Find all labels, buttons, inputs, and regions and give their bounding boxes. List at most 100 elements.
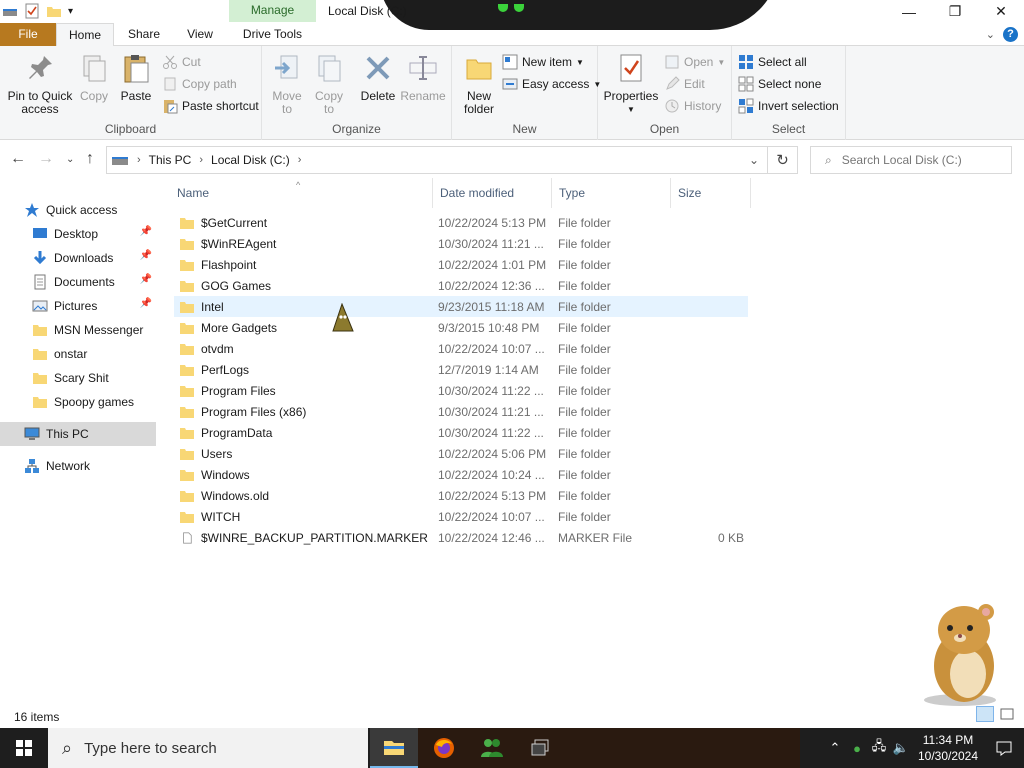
pin-icon[interactable]: 📌 bbox=[140, 298, 152, 309]
new-item-button[interactable]: New item ▼ bbox=[502, 52, 584, 72]
clock[interactable]: 11:34 PM 10/30/2024 bbox=[912, 732, 984, 764]
details-view-button[interactable] bbox=[976, 706, 994, 722]
delete-button[interactable]: Delete bbox=[358, 52, 398, 103]
breadcrumb-this-pc[interactable]: This PC bbox=[149, 153, 192, 167]
open-button[interactable]: Open ▼ bbox=[664, 52, 725, 72]
pin-to-quick-access-button[interactable]: Pin to Quick access bbox=[6, 52, 74, 116]
pin-icon[interactable]: 📌 bbox=[140, 250, 152, 261]
edit-button[interactable]: Edit bbox=[664, 74, 705, 94]
messenger-taskbar-button[interactable] bbox=[468, 728, 516, 768]
sidebar-item-pictures[interactable]: Pictures 📌 bbox=[0, 294, 156, 318]
search-input[interactable]: Search Local Disk (C:) bbox=[842, 153, 962, 167]
new-folder-icon[interactable] bbox=[46, 3, 62, 19]
tab-drive-tools[interactable]: Drive Tools bbox=[229, 23, 316, 46]
file-row[interactable]: ProgramData 10/30/2024 11:22 ... File fold… bbox=[174, 422, 748, 443]
copy-path-button[interactable]: Copy path bbox=[162, 74, 237, 94]
sidebar-item-msn-messenger[interactable]: MSN Messenger bbox=[0, 318, 156, 342]
select-none-button[interactable]: Select none bbox=[738, 74, 821, 94]
file-date: 10/22/2024 5:13 PM bbox=[438, 215, 547, 230]
file-row[interactable]: Flashpoint 10/22/2024 1:01 PM File folder bbox=[174, 254, 748, 275]
notifications-button[interactable] bbox=[984, 740, 1024, 756]
file-row[interactable]: $GetCurrent 10/22/2024 5:13 PM File folder bbox=[174, 212, 748, 233]
start-button[interactable] bbox=[0, 728, 48, 768]
sidebar-item-downloads[interactable]: Downloads 📌 bbox=[0, 246, 156, 270]
taskbar-search-input[interactable]: Type here to search bbox=[84, 740, 217, 757]
new-folder-button[interactable]: New folder bbox=[460, 52, 498, 116]
tab-home[interactable]: Home bbox=[56, 23, 114, 47]
file-row[interactable]: GOG Games 10/22/2024 12:36 ... File folder bbox=[174, 275, 748, 296]
file-row[interactable]: Program Files 10/30/2024 11:22 ... File fo… bbox=[174, 380, 748, 401]
file-row[interactable]: $WinREAgent 10/30/2024 11:21 ... File fold… bbox=[174, 233, 748, 254]
rename-button[interactable]: Rename bbox=[400, 52, 446, 103]
forward-button[interactable]: → bbox=[38, 150, 54, 168]
select-all-button[interactable]: Select all bbox=[738, 52, 807, 72]
column-header-name[interactable]: Name bbox=[170, 178, 433, 208]
paste-button[interactable]: Paste bbox=[116, 52, 156, 103]
tab-file[interactable]: File bbox=[0, 23, 56, 46]
firefox-taskbar-button[interactable] bbox=[420, 728, 468, 768]
show-hidden-icons-icon[interactable]: ⌃ bbox=[824, 740, 846, 756]
breadcrumb-local-disk[interactable]: Local Disk (C:) bbox=[211, 153, 290, 167]
file-row[interactable]: Users 10/22/2024 5:06 PM File folder bbox=[174, 443, 748, 464]
large-icons-view-button[interactable] bbox=[998, 706, 1016, 722]
breadcrumb-separator[interactable]: › bbox=[199, 154, 203, 166]
taskbar-search[interactable]: ⌕ Type here to search bbox=[48, 728, 368, 768]
column-header-date[interactable]: Date modified bbox=[433, 178, 552, 208]
close-button[interactable]: ✕ bbox=[978, 0, 1024, 23]
volume-tray-icon[interactable]: 🔈 bbox=[890, 740, 912, 756]
file-row[interactable]: $WINRE_BACKUP_PARTITION.MARKER 10/22/2024… bbox=[174, 527, 748, 548]
back-button[interactable]: ← bbox=[10, 150, 26, 168]
paste-shortcut-button[interactable]: Paste shortcut bbox=[162, 96, 259, 116]
minimize-button[interactable]: — bbox=[886, 0, 932, 23]
breadcrumb-separator[interactable]: › bbox=[298, 154, 302, 166]
tab-view[interactable]: View bbox=[176, 23, 224, 46]
file-explorer-taskbar-button[interactable] bbox=[370, 728, 418, 768]
up-button[interactable]: ↑ bbox=[86, 150, 94, 168]
tab-share[interactable]: Share bbox=[118, 23, 170, 46]
drive-icon[interactable] bbox=[2, 3, 18, 19]
file-row[interactable]: More Gadgets 9/3/2015 10:48 PM File folder bbox=[174, 317, 748, 338]
sidebar-item-quick-access[interactable]: Quick access bbox=[0, 198, 156, 222]
column-header-size[interactable]: Size bbox=[671, 178, 751, 208]
sidebar-item-this-pc[interactable]: This PC bbox=[0, 422, 156, 446]
help-icon[interactable]: ? bbox=[1003, 27, 1018, 42]
sidebar-item-network[interactable]: Network bbox=[0, 454, 156, 478]
move-to-button[interactable]: Move to bbox=[268, 52, 306, 116]
easy-access-button[interactable]: Easy access ▼ bbox=[502, 74, 601, 94]
recent-locations-button[interactable]: ⌄ bbox=[66, 154, 74, 165]
sidebar-item-onstar[interactable]: onstar bbox=[0, 342, 156, 366]
tab-manage[interactable]: Manage bbox=[229, 0, 316, 22]
properties-button[interactable]: Properties ▼ bbox=[602, 52, 660, 116]
history-button[interactable]: History bbox=[664, 96, 721, 116]
pin-icon[interactable]: 📌 bbox=[140, 274, 152, 285]
sidebar-item-scary-shit[interactable]: Scary Shit bbox=[0, 366, 156, 390]
file-row[interactable]: WITCH 10/22/2024 10:07 ... File folder bbox=[174, 506, 748, 527]
sidebar-item-desktop[interactable]: Desktop 📌 bbox=[0, 222, 156, 246]
collapse-ribbon-icon[interactable]: ⌄ bbox=[986, 28, 995, 41]
column-header-type[interactable]: Type bbox=[552, 178, 671, 208]
sidebar-item-spoopy-games[interactable]: Spoopy games bbox=[0, 390, 156, 414]
address-bar[interactable]: › This PC › Local Disk (C:) › ⌄ bbox=[106, 146, 768, 174]
network-tray-icon[interactable]: 🖧 bbox=[868, 737, 890, 759]
file-row[interactable]: PerfLogs 12/7/2019 1:14 AM File folder bbox=[174, 359, 748, 380]
sidebar-item-documents[interactable]: Documents 📌 bbox=[0, 270, 156, 294]
breadcrumb-separator[interactable]: › bbox=[137, 154, 141, 166]
task-view-taskbar-button[interactable] bbox=[516, 728, 564, 768]
customize-toolbar-icon[interactable]: ▾ bbox=[68, 6, 73, 17]
file-row[interactable]: Intel 9/23/2015 11:18 AM File folder bbox=[174, 296, 748, 317]
maximize-button[interactable]: ❐ bbox=[932, 0, 978, 23]
copy-button[interactable]: Copy bbox=[76, 52, 112, 103]
properties-icon[interactable] bbox=[24, 3, 40, 19]
file-row[interactable]: Windows.old 10/22/2024 5:13 PM File folder bbox=[174, 485, 748, 506]
cut-button[interactable]: Cut bbox=[162, 52, 201, 72]
address-dropdown-icon[interactable]: ⌄ bbox=[749, 153, 759, 167]
refresh-button[interactable]: ↻ bbox=[768, 146, 798, 174]
pin-icon[interactable]: 📌 bbox=[140, 226, 152, 237]
file-row[interactable]: Windows 10/22/2024 10:24 ... File folder bbox=[174, 464, 748, 485]
messenger-tray-icon[interactable]: ● bbox=[846, 741, 868, 756]
invert-selection-button[interactable]: Invert selection bbox=[738, 96, 839, 116]
search-box[interactable]: ⌕ Search Local Disk (C:) bbox=[810, 146, 1012, 174]
file-row[interactable]: Program Files (x86) 10/30/2024 11:21 ... F… bbox=[174, 401, 748, 422]
file-row[interactable]: otvdm 10/22/2024 10:07 ... File folder bbox=[174, 338, 748, 359]
copy-to-button[interactable]: Copy to bbox=[310, 52, 348, 116]
